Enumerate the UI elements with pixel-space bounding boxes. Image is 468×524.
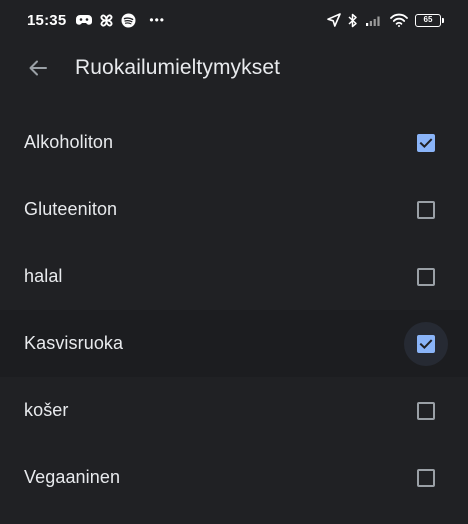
status-time: 15:35 — [27, 11, 67, 29]
checkbox-koser[interactable] — [417, 401, 435, 420]
wifi-icon — [390, 13, 408, 27]
overflow-dots: ••• — [149, 13, 165, 27]
checkbox-touch-target[interactable] — [404, 121, 448, 165]
game-controller-icon — [76, 13, 93, 27]
spotify-icon — [121, 13, 136, 28]
preference-item-koser[interactable]: košer — [0, 377, 468, 444]
preference-label: košer — [24, 400, 69, 420]
checkbox-vegaaninen[interactable] — [417, 468, 435, 487]
location-arrow-icon — [327, 13, 341, 27]
status-left: 15:35 ••• — [27, 12, 165, 29]
bluetooth-icon — [348, 13, 358, 28]
battery-icon: 65 — [415, 13, 444, 27]
arrow-left-icon — [26, 56, 50, 80]
battery-level: 65 — [423, 15, 433, 24]
preference-label: Kasvisruoka — [24, 333, 124, 353]
cellular-signal-icon — [365, 14, 383, 27]
checkmark-icon — [419, 338, 433, 349]
checkmark-icon — [419, 137, 433, 148]
preference-item-kasvisruoka[interactable]: Kasvisruoka — [0, 310, 468, 377]
page-title: Ruokailumieltymykset — [75, 56, 281, 79]
checkbox-touch-target[interactable] — [404, 188, 448, 232]
preference-item-halal[interactable]: halal — [0, 243, 468, 310]
checkbox-touch-target[interactable] — [404, 389, 448, 433]
checkbox-halal[interactable] — [417, 267, 435, 286]
preference-label: Gluteeniton — [24, 199, 118, 219]
preference-item-gluteeniton[interactable]: Gluteeniton — [0, 176, 468, 243]
preference-item-vegaaninen[interactable]: Vegaaninen — [0, 444, 468, 511]
preference-label: Alkoholiton — [24, 132, 114, 152]
pinwheel-icon — [99, 13, 114, 28]
checkbox-touch-target[interactable] — [404, 456, 448, 500]
preference-label: Vegaaninen — [24, 467, 121, 487]
dietary-preferences-list: Alkoholiton Gluteeniton halal Kasvisruok… — [0, 109, 468, 511]
status-right: 65 — [327, 13, 444, 28]
app-bar: Ruokailumieltymykset — [0, 40, 468, 96]
checkbox-touch-target[interactable] — [404, 321, 448, 366]
back-button[interactable] — [10, 40, 66, 96]
preference-item-alkoholiton[interactable]: Alkoholiton — [0, 109, 468, 176]
preference-label: halal — [24, 266, 63, 286]
battery-tip — [442, 17, 444, 23]
status-bar: 15:35 ••• 65 — [0, 0, 468, 40]
checkbox-gluteeniton[interactable] — [417, 200, 435, 219]
checkbox-touch-target[interactable] — [404, 255, 448, 299]
checkbox-alkoholiton[interactable] — [417, 133, 435, 152]
checkbox-kasvisruoka[interactable] — [417, 334, 435, 353]
battery-body: 65 — [415, 13, 441, 27]
